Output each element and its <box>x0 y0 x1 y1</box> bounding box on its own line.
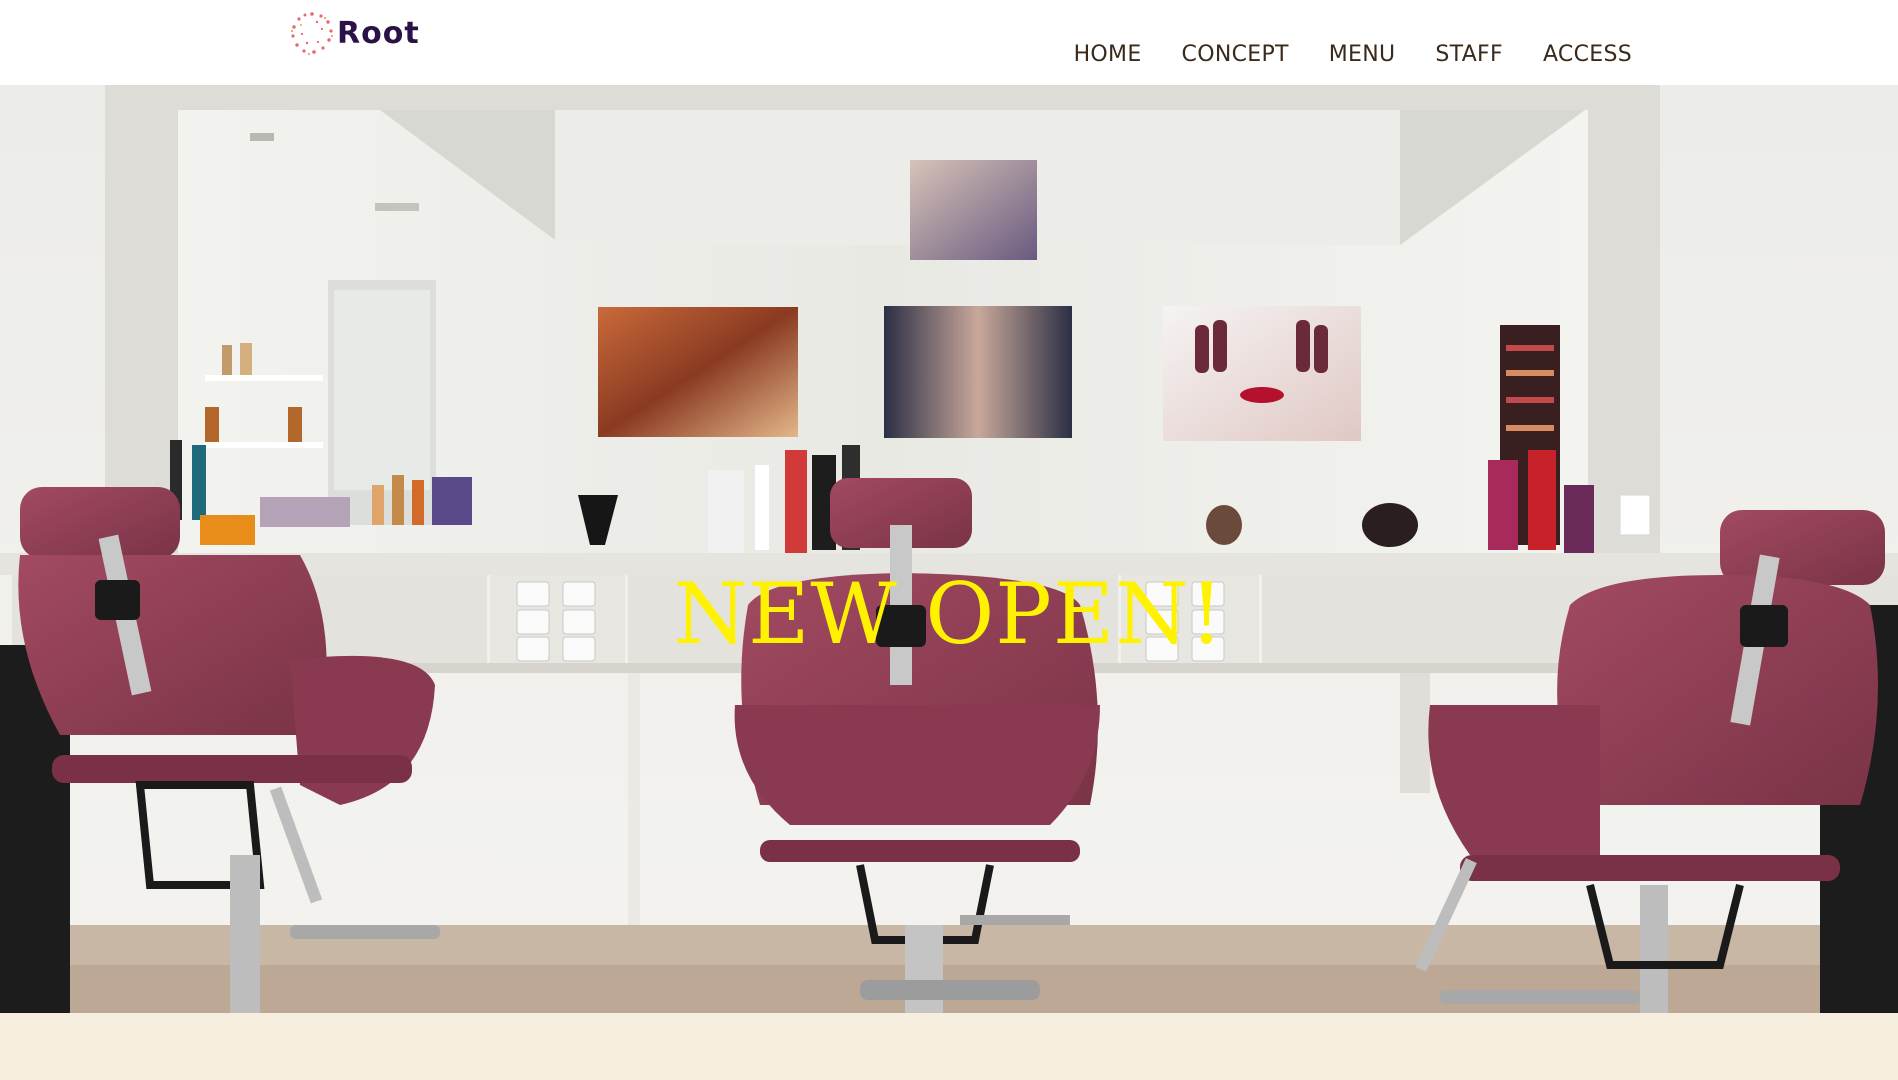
nav-home[interactable]: HOME <box>1074 42 1142 67</box>
logo-text: Root <box>337 15 420 51</box>
nav-staff[interactable]: STAFF <box>1435 42 1503 67</box>
nav-access[interactable]: ACCESS <box>1543 42 1632 67</box>
main-nav: HOME CONCEPT MENU STAFF ACCESS <box>1074 42 1632 67</box>
hero-title: NEW OPEN! <box>673 565 1225 663</box>
nav-concept[interactable]: CONCEPT <box>1182 42 1289 67</box>
site-header: Root HOME CONCEPT MENU STAFF ACCESS <box>0 0 1898 85</box>
site-logo[interactable]: Root <box>288 8 420 58</box>
salon-interior-photo <box>0 85 1898 1013</box>
content-band <box>0 1013 1898 1080</box>
dotted-circle-logo-icon <box>290 12 334 56</box>
nav-menu[interactable]: MENU <box>1329 42 1396 67</box>
hero-section: NEW OPEN! <box>0 85 1898 1013</box>
